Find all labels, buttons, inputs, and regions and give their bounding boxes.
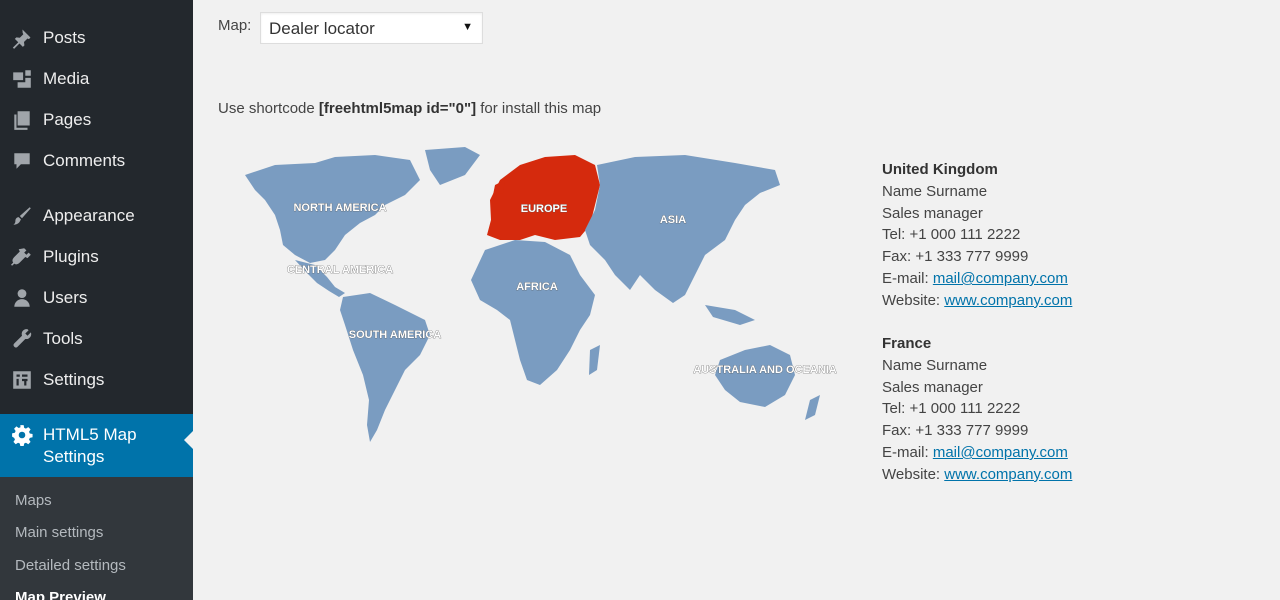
region-africa[interactable] — [471, 240, 600, 385]
sidebar-item-label: Settings — [43, 370, 105, 389]
map-label: AFRICA — [516, 281, 558, 293]
contact-website-row: Website: www.company.com — [882, 465, 1073, 483]
submenu-item-map-preview[interactable]: Map Preview — [15, 589, 106, 600]
gear-icon — [10, 424, 34, 446]
region-asia[interactable] — [585, 155, 780, 325]
sidebar-item-media[interactable]: Media — [0, 61, 193, 97]
contact-tel: Tel: +1 000 111 2222 — [882, 400, 1021, 418]
contact-email-row: E-mail: mail@company.com — [882, 443, 1068, 461]
contact-title: Sales manager — [882, 204, 983, 222]
map-label: EUROPE — [521, 203, 567, 215]
active-menu-arrow — [184, 431, 193, 449]
sidebar-item-settings[interactable]: Settings — [0, 362, 193, 398]
contact-email-row: E-mail: mail@company.com — [882, 269, 1068, 287]
plug-icon — [10, 246, 34, 268]
sidebar-item-comments[interactable]: Comments — [0, 143, 193, 179]
contact-name: Name Surname — [882, 182, 988, 200]
sidebar-item-html5-map-settings[interactable]: HTML5 Map Settings — [0, 414, 193, 477]
website-link[interactable]: www.company.com — [944, 292, 1072, 309]
sidebar-item-label: Appearance — [43, 206, 135, 225]
map-select[interactable]: Dealer locator ▼ — [260, 12, 483, 44]
sidebar-item-label: Users — [43, 288, 88, 307]
map-select-value: Dealer locator — [269, 19, 375, 38]
sidebar-item-plugins[interactable]: Plugins — [0, 239, 193, 275]
map-label: SOUTH AMERICA — [349, 329, 442, 341]
submenu-item-maps[interactable]: Maps — [15, 492, 52, 509]
submenu-item-detailed-settings[interactable]: Detailed settings — [15, 557, 126, 574]
sidebar-item-label: Posts — [43, 28, 86, 47]
admin-sidebar: Posts Media Pages Comments Appearance Pl… — [0, 0, 193, 600]
email-link[interactable]: mail@company.com — [933, 444, 1068, 461]
region-south-america[interactable] — [340, 293, 430, 442]
active-item-label: HTML5 Map Settings — [43, 425, 137, 466]
pages-icon — [10, 109, 34, 131]
map-select-label: Map: — [218, 17, 252, 34]
map-label: NORTH AMERICA — [293, 202, 386, 214]
contact-website-row: Website: www.company.com — [882, 291, 1073, 309]
contact-card: United Kingdom Name Surname Sales manage… — [882, 159, 1072, 312]
submenu-item-main-settings[interactable]: Main settings — [15, 524, 103, 541]
sidebar-item-users[interactable]: Users — [0, 280, 193, 316]
contact-fax: Fax: +1 333 777 9999 — [882, 248, 1029, 266]
map-label: AUSTRALIA AND OCEANIA — [693, 364, 836, 376]
contact-country: United Kingdom — [882, 161, 998, 178]
contact-tel: Tel: +1 000 111 2222 — [882, 226, 1021, 244]
world-map: NORTH AMERICA CENTRAL AMERICA SOUTH AMER… — [245, 147, 837, 442]
contact-name: Name Surname — [882, 356, 988, 374]
submenu: Maps Main settings Detailed settings Map… — [0, 477, 193, 600]
media-icon — [10, 68, 34, 90]
map-label: ASIA — [660, 214, 686, 226]
region-europe[interactable] — [487, 155, 600, 240]
map-label: CENTRAL AMERICA — [287, 264, 393, 276]
settings-icon — [10, 369, 34, 391]
sidebar-item-pages[interactable]: Pages — [0, 102, 193, 138]
sidebar-item-tools[interactable]: Tools — [0, 321, 193, 357]
sidebar-item-appearance[interactable]: Appearance — [0, 198, 193, 234]
contact-fax: Fax: +1 333 777 9999 — [882, 422, 1029, 440]
shortcode-text: [freehtml5map id="0"] — [318, 100, 477, 117]
sidebar-item-label: Tools — [43, 329, 83, 348]
pin-icon — [10, 27, 34, 49]
sidebar-item-label: Comments — [43, 151, 126, 170]
region-australia-oceania[interactable] — [715, 345, 820, 420]
contact-card: France Name Surname Sales manager Tel: +… — [882, 333, 1072, 486]
email-link[interactable]: mail@company.com — [933, 270, 1068, 287]
sidebar-item-label: Plugins — [43, 247, 99, 266]
contact-country: France — [882, 335, 932, 352]
contact-title: Sales manager — [882, 378, 983, 396]
shortcode-hint: Use shortcode [freehtml5map id="0"] for … — [218, 100, 602, 117]
wrench-icon — [10, 328, 34, 350]
brush-icon — [10, 205, 34, 227]
sidebar-item-label: Pages — [43, 110, 92, 129]
sidebar-item-label: Media — [43, 69, 90, 88]
sidebar-item-posts[interactable]: Posts — [0, 20, 193, 56]
website-link[interactable]: www.company.com — [944, 466, 1072, 483]
dropdown-arrow-icon: ▼ — [462, 21, 473, 33]
comment-icon — [10, 150, 34, 172]
user-icon — [10, 287, 34, 309]
